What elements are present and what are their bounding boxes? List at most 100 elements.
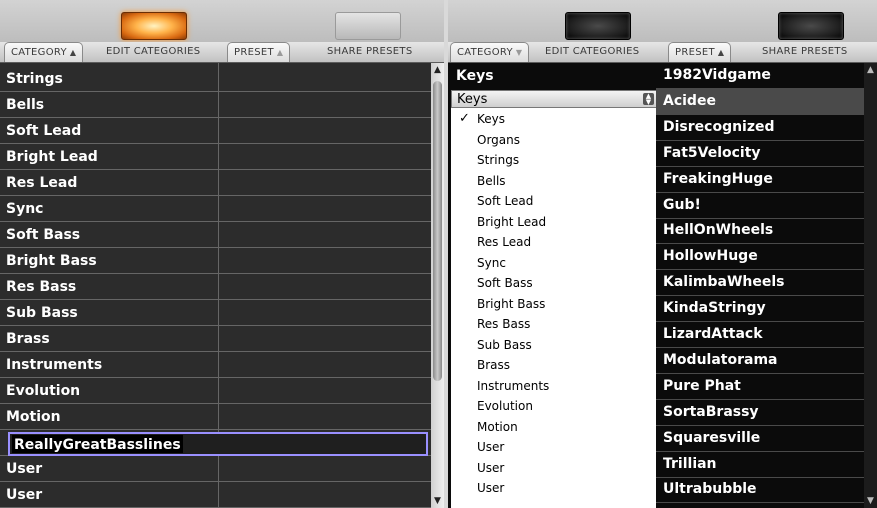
menu-item-label: Soft Lead [477,194,534,208]
menu-item-label: Bright Lead [477,214,547,229]
menu-item-label: Instruments [477,378,550,393]
sort-up-icon: ▲ [69,48,77,57]
preset-led-button[interactable] [778,12,844,40]
menu-item[interactable]: Bright Lead [451,212,657,232]
preset-row[interactable]: Ultrabubble [656,477,864,504]
left-preset-browser: CATEGORY ▲ EDIT CATEGORIES PRESET ▲ SHARE … [0,0,444,508]
category-label: Res Lead [6,175,78,191]
preset-row[interactable]: Fat5Velocity [656,141,864,167]
list-item[interactable]: Soft Bass [0,221,444,248]
preset-row[interactable]: Modulatorama [656,348,864,374]
list-item[interactable]: Bright Bass [0,247,444,274]
list-item[interactable]: Bright Lead [0,143,444,170]
menu-item[interactable]: Motion [451,417,657,437]
menu-item-label: Bells [477,173,506,188]
list-item[interactable]: User [0,481,444,508]
preset-row[interactable]: 1982Vidgame [656,63,864,89]
list-item[interactable]: Motion [0,403,444,430]
category-label: Bells [6,97,45,113]
checkmark-icon: ✓ [459,111,470,126]
preset-row[interactable]: Squaresville [656,426,864,452]
category-led-button[interactable] [121,12,187,40]
category-label: Instruments [6,357,103,373]
edit-categories-tab[interactable]: EDIT CATEGORIES [106,42,200,61]
category-popup-select[interactable]: Keys ▲ ▼ [451,90,657,108]
list-item[interactable]: User [0,455,444,482]
list-item[interactable]: Res Lead [0,169,444,196]
category-name-text[interactable]: ReallyGreatBasslines [12,435,183,453]
preset-row[interactable]: LizardAttack [656,322,864,348]
list-item[interactable]: Bells [0,91,444,118]
preset-row[interactable]: Gub! [656,193,864,219]
menu-item-label: Organs [477,132,520,147]
preset-led-button[interactable] [335,12,401,40]
menu-item[interactable]: Instruments [451,376,657,396]
menu-item-label: Res Bass [477,317,531,331]
edit-categories-tab[interactable]: EDIT CATEGORIES [545,42,639,61]
category-name-field[interactable]: ReallyGreatBasslines [8,432,428,456]
preset-tab[interactable]: PRESET ▲ [668,42,732,62]
right-top-strip [448,0,877,43]
menu-item-label: Sub Bass [477,337,532,352]
list-item[interactable]: Soft Lead [0,117,444,144]
category-tab[interactable]: CATEGORY ▲ [4,42,84,62]
left-top-strip [0,0,444,43]
list-item[interactable]: Evolution [0,377,444,404]
list-item[interactable]: Instruments [0,351,444,378]
share-presets-tab[interactable]: SHARE PRESETS [327,42,412,61]
menu-item[interactable]: User [451,458,657,478]
menu-item-label: Keys [477,112,506,126]
list-item[interactable]: Sync [0,195,444,222]
menu-item[interactable]: User [451,478,657,498]
preset-row[interactable]: Acidee [656,88,864,115]
sort-down-icon: ▼ [515,48,523,57]
list-item[interactable]: Strings [0,65,444,92]
share-presets-tab[interactable]: SHARE PRESETS [762,42,847,61]
menu-item-label: User [477,481,505,495]
preset-row[interactable]: SortaBrassy [656,400,864,426]
menu-item[interactable]: Res Lead [451,232,657,252]
sort-up-icon: ▲ [717,48,725,57]
right-scrollbar[interactable]: ▲ ▼ [864,63,877,508]
category-label: User [6,461,43,477]
preset-row[interactable]: Disrecognized [656,115,864,141]
preset-row[interactable]: Pure Phat [656,374,864,400]
menu-item[interactable]: Strings [451,150,657,170]
list-item[interactable]: Brass [0,325,444,352]
preset-row[interactable]: HellOnWheels [656,218,864,245]
menu-item[interactable]: Bright Bass [451,294,657,314]
sort-up-icon: ▲ [276,48,284,57]
category-label: Soft Bass [6,227,81,243]
category-tab[interactable]: CATEGORY ▼ [450,42,530,62]
scroll-down-icon[interactable]: ▼ [431,496,444,506]
menu-item[interactable]: ✓ Keys [451,109,657,129]
preset-row[interactable]: KindaStringy [656,296,864,323]
category-led-button[interactable] [565,12,631,40]
list-item[interactable]: Res Bass [0,273,444,300]
preset-row[interactable]: Trillian [656,452,864,478]
preset-row[interactable]: HollowHuge [656,244,864,271]
menu-item[interactable]: Res Bass [451,314,657,334]
menu-item[interactable]: Soft Bass [451,273,657,293]
category-label: Strings [6,71,63,87]
preset-tab[interactable]: PRESET ▲ [227,42,291,62]
selected-category-header[interactable]: Keys [448,63,654,89]
menu-item[interactable]: Organs [451,130,657,150]
preset-row[interactable]: KalimbaWheels [656,270,864,297]
scroll-up-icon[interactable]: ▲ [431,65,444,75]
scroll-down-icon[interactable]: ▼ [864,496,877,506]
category-popup-value: Keys [457,92,488,107]
menu-item[interactable]: User [451,437,657,457]
menu-item[interactable]: Sub Bass [451,335,657,355]
preset-row[interactable]: FreakingHuge [656,167,864,193]
list-item[interactable]: Sub Bass [0,299,444,326]
scroll-up-icon[interactable]: ▲ [864,65,877,75]
category-label: Sync [6,201,44,217]
left-scrollbar[interactable]: ▲ ▼ [431,63,444,508]
menu-item[interactable]: Soft Lead [451,191,657,211]
menu-item[interactable]: Bells [451,171,657,191]
menu-item[interactable]: Sync [451,253,657,273]
scroll-thumb[interactable] [433,81,442,381]
menu-item[interactable]: Evolution [451,396,657,416]
menu-item[interactable]: Brass [451,355,657,375]
